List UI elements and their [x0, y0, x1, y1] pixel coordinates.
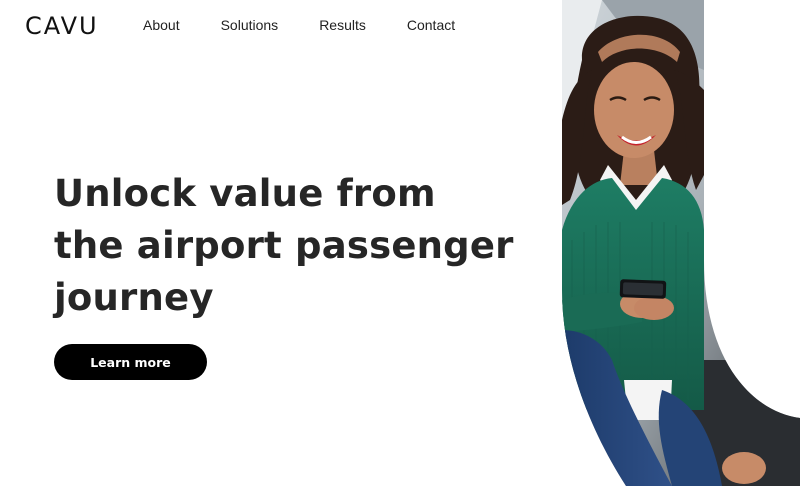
nav-results-link[interactable]: Results	[319, 17, 366, 33]
hero-photo	[562, 0, 800, 486]
nav-contact-link[interactable]: Contact	[407, 17, 455, 33]
main-nav: About Solutions Results Contact	[143, 17, 455, 33]
page: CAVU About Solutions Results Contact Unl…	[0, 0, 800, 486]
hero-title: Unlock value from the airport passenger …	[54, 172, 514, 319]
cavu-logo[interactable]: CAVU	[25, 12, 99, 40]
nav-solutions-link[interactable]: Solutions	[221, 17, 279, 33]
learn-more-button[interactable]: Learn more	[54, 344, 207, 380]
nav-about-link[interactable]: About	[143, 17, 180, 33]
